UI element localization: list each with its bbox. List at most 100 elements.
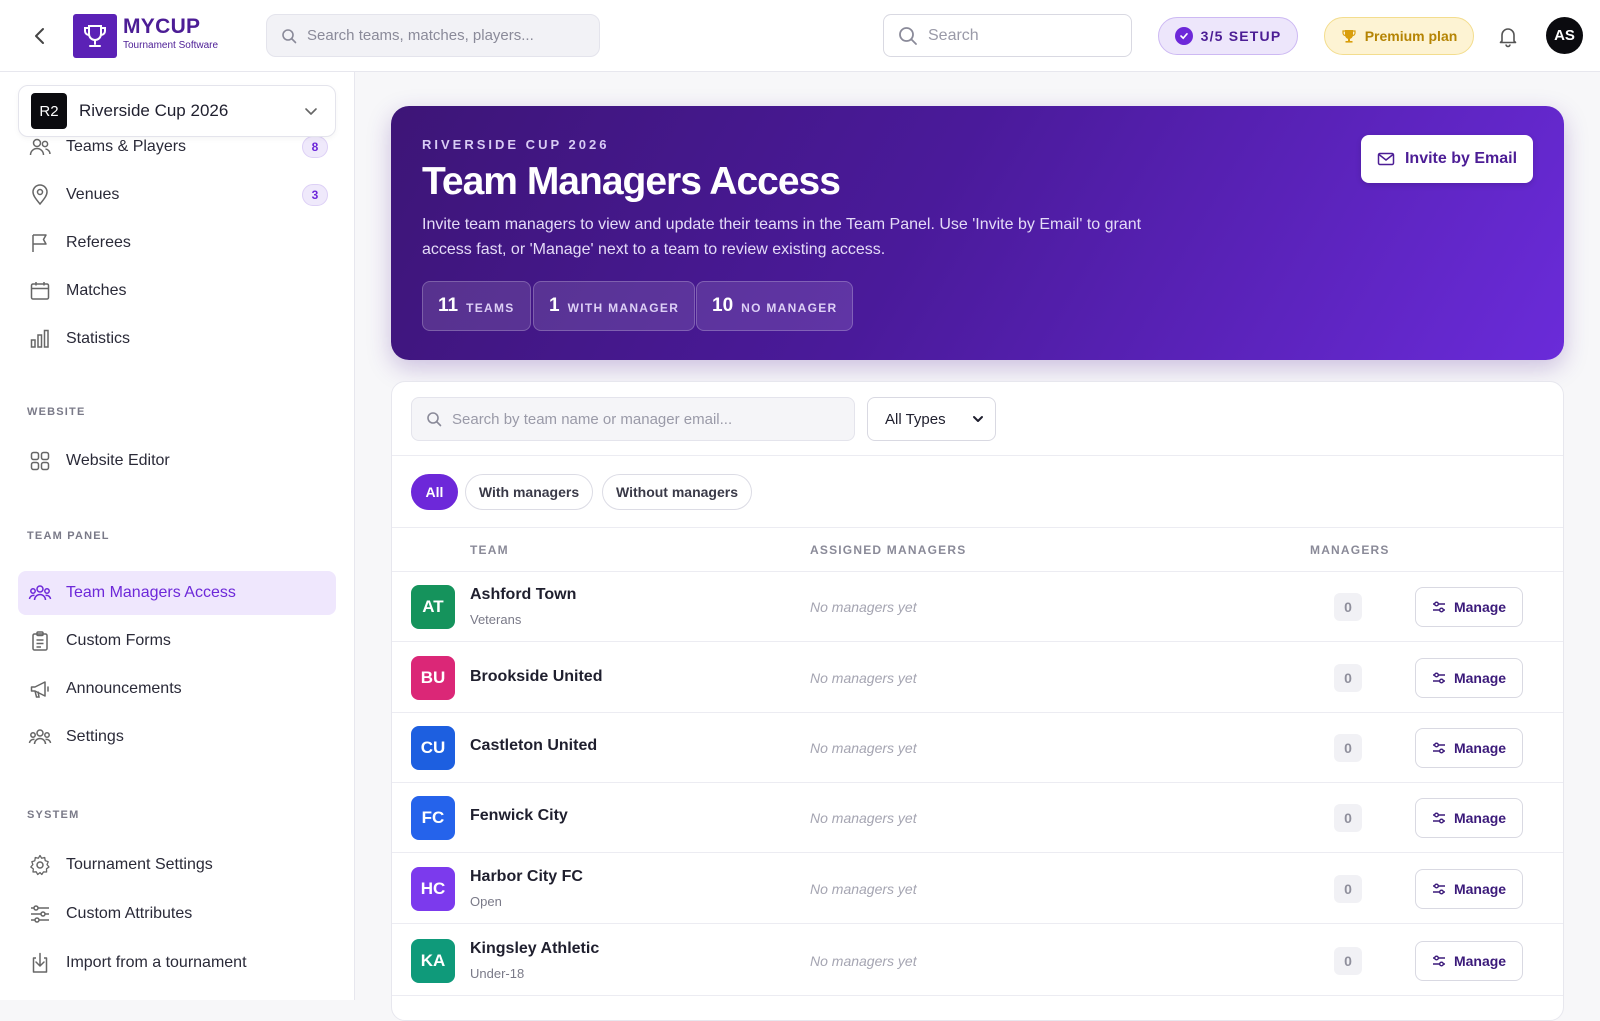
- avatar[interactable]: AS: [1546, 17, 1583, 54]
- sidebar-item-announcements[interactable]: Announcements: [18, 667, 336, 711]
- sliders-icon: [1432, 812, 1445, 824]
- assigned-managers: No managers yet: [810, 670, 917, 686]
- type-filter-select[interactable]: All Types: [867, 397, 996, 441]
- table-row[interactable]: AT Ashford Town Veterans No managers yet…: [392, 572, 1563, 642]
- tab-without-managers[interactable]: Without managers: [602, 474, 752, 510]
- managers-count: 0: [1334, 664, 1362, 692]
- chevron-down-icon: [305, 108, 317, 115]
- team-name[interactable]: Fenwick City: [470, 807, 568, 825]
- assigned-managers: No managers yet: [810, 810, 917, 826]
- team-search-input[interactable]: Search by team name or manager email...: [411, 397, 855, 441]
- grid-icon: [30, 451, 50, 471]
- manage-label: Manage: [1453, 740, 1507, 756]
- sidebar-item-tournament-settings[interactable]: Tournament Settings: [18, 843, 336, 887]
- logo-subtitle: Tournament Software: [123, 40, 219, 51]
- sidebar-item-team-managers-access[interactable]: Team Managers Access: [18, 571, 336, 615]
- manage-label: Manage: [1453, 599, 1507, 615]
- sidebar-item-website-editor[interactable]: Website Editor: [18, 439, 336, 483]
- check-icon: [1174, 27, 1193, 45]
- sidebar-item-custom-attributes[interactable]: Custom Attributes: [18, 892, 336, 936]
- manage-button[interactable]: Manage: [1415, 869, 1523, 909]
- sidebar-item-label: Import from a tournament: [66, 954, 247, 971]
- tab-all[interactable]: All: [411, 474, 458, 510]
- managers-count: 0: [1334, 875, 1362, 903]
- table-row[interactable]: CU Castleton United No managers yet 0 Ma…: [392, 713, 1563, 783]
- sliders-icon: [1432, 883, 1445, 895]
- type-select-value: All Types: [885, 410, 946, 428]
- sidebar-item-matches[interactable]: Matches: [18, 269, 336, 313]
- team-name[interactable]: Castleton United: [470, 737, 597, 755]
- setup-label: 3/5 SETUP: [1200, 28, 1282, 44]
- assigned-managers: No managers yet: [810, 881, 917, 897]
- global-search-input[interactable]: Search teams, matches, players...: [266, 14, 600, 57]
- column-header-managers[interactable]: MANAGERS: [1310, 543, 1390, 557]
- table-row[interactable]: HC Harbor City FC Open No managers yet 0…: [392, 854, 1563, 924]
- column-header-assigned-managers[interactable]: ASSIGNED MANAGERS: [810, 543, 966, 557]
- sidebar-item-import-from-tournament[interactable]: Import from a tournament: [18, 941, 336, 985]
- setup-progress-button[interactable]: 3/5 SETUP: [1158, 17, 1298, 55]
- tab-with-managers[interactable]: With managers: [465, 474, 593, 510]
- managers-count: 0: [1334, 804, 1362, 832]
- table-row[interactable]: BU Brookside United No managers yet 0 Ma…: [392, 643, 1563, 713]
- sidebar-item-statistics[interactable]: Statistics: [18, 317, 336, 361]
- table-header: TEAM ASSIGNED MANAGERS MANAGERS: [392, 528, 1563, 572]
- team-badge: FC: [411, 796, 455, 840]
- table-row[interactable]: FC Fenwick City No managers yet 0 Manage: [392, 783, 1563, 853]
- stat-label: NO MANAGER: [741, 301, 838, 315]
- count-badge: 3: [302, 184, 328, 206]
- team-badge: BU: [411, 656, 455, 700]
- table-row[interactable]: KA Kingsley Athletic Under-18 No manager…: [392, 926, 1563, 996]
- users-group-icon: [28, 585, 52, 601]
- section-label-system: SYSTEM: [27, 809, 80, 821]
- manage-button[interactable]: Manage: [1415, 658, 1523, 698]
- sidebar-item-label: Referees: [66, 234, 131, 251]
- back-arrow-icon[interactable]: [26, 22, 54, 50]
- column-header-team[interactable]: TEAM: [470, 543, 509, 557]
- sliders-icon: [31, 905, 49, 923]
- manage-button[interactable]: Manage: [1415, 798, 1523, 838]
- map-pin-icon: [32, 184, 48, 206]
- global-search-placeholder: Search teams, matches, players...: [307, 27, 534, 44]
- sidebar-item-venues[interactable]: Venues 3: [18, 173, 336, 217]
- filter-bar: Search by team name or manager email... …: [392, 382, 1563, 456]
- stat-number: 11: [438, 295, 459, 316]
- team-name[interactable]: Ashford Town: [470, 586, 576, 604]
- tournament-selector[interactable]: R2 Riverside Cup 2026: [18, 85, 336, 137]
- bell-icon[interactable]: [1496, 24, 1520, 48]
- managers-count: 0: [1334, 593, 1362, 621]
- count-badge: 8: [302, 136, 328, 158]
- team-name[interactable]: Kingsley Athletic: [470, 940, 599, 958]
- manage-label: Manage: [1453, 810, 1507, 826]
- hero-eyebrow: RIVERSIDE CUP 2026: [422, 137, 610, 152]
- section-label-team-panel: TEAM PANEL: [27, 530, 110, 542]
- invite-label: Invite by Email: [1404, 150, 1518, 167]
- tournament-badge: R2: [31, 93, 67, 129]
- team-name[interactable]: Harbor City FC: [470, 868, 583, 886]
- search-input[interactable]: Search: [883, 14, 1132, 57]
- sidebar-item-label: Team Managers Access: [66, 584, 236, 601]
- team-name[interactable]: Brookside United: [470, 668, 602, 686]
- sidebar-item-label: Announcements: [66, 680, 182, 697]
- manage-button[interactable]: Manage: [1415, 587, 1523, 627]
- gear-icon: [30, 854, 50, 876]
- sidebar-item-referees[interactable]: Referees: [18, 221, 336, 265]
- search-icon: [899, 26, 917, 45]
- chevron-down-icon: [972, 416, 983, 422]
- sidebar-item-label: Tournament Settings: [66, 856, 213, 873]
- manage-button[interactable]: Manage: [1415, 728, 1523, 768]
- manage-button[interactable]: Manage: [1415, 941, 1523, 981]
- sidebar-item-label: Settings: [66, 728, 124, 745]
- sidebar-item-label: Custom Forms: [66, 632, 171, 649]
- calendar-icon: [30, 282, 50, 300]
- premium-plan-button[interactable]: Premium plan: [1324, 17, 1474, 55]
- team-search-placeholder: Search by team name or manager email...: [452, 410, 733, 428]
- flag-icon: [32, 234, 47, 252]
- sidebar-item-custom-forms[interactable]: Custom Forms: [18, 619, 336, 663]
- invite-by-email-button[interactable]: Invite by Email: [1361, 135, 1533, 183]
- page-title: Team Managers Access: [422, 160, 841, 203]
- sidebar-item-team-panel-settings[interactable]: Settings: [18, 715, 336, 759]
- tournament-name: Riverside Cup 2026: [79, 101, 229, 120]
- trophy-logo-icon[interactable]: [73, 14, 117, 58]
- bar-chart-icon: [30, 329, 49, 348]
- sliders-icon: [1432, 672, 1445, 684]
